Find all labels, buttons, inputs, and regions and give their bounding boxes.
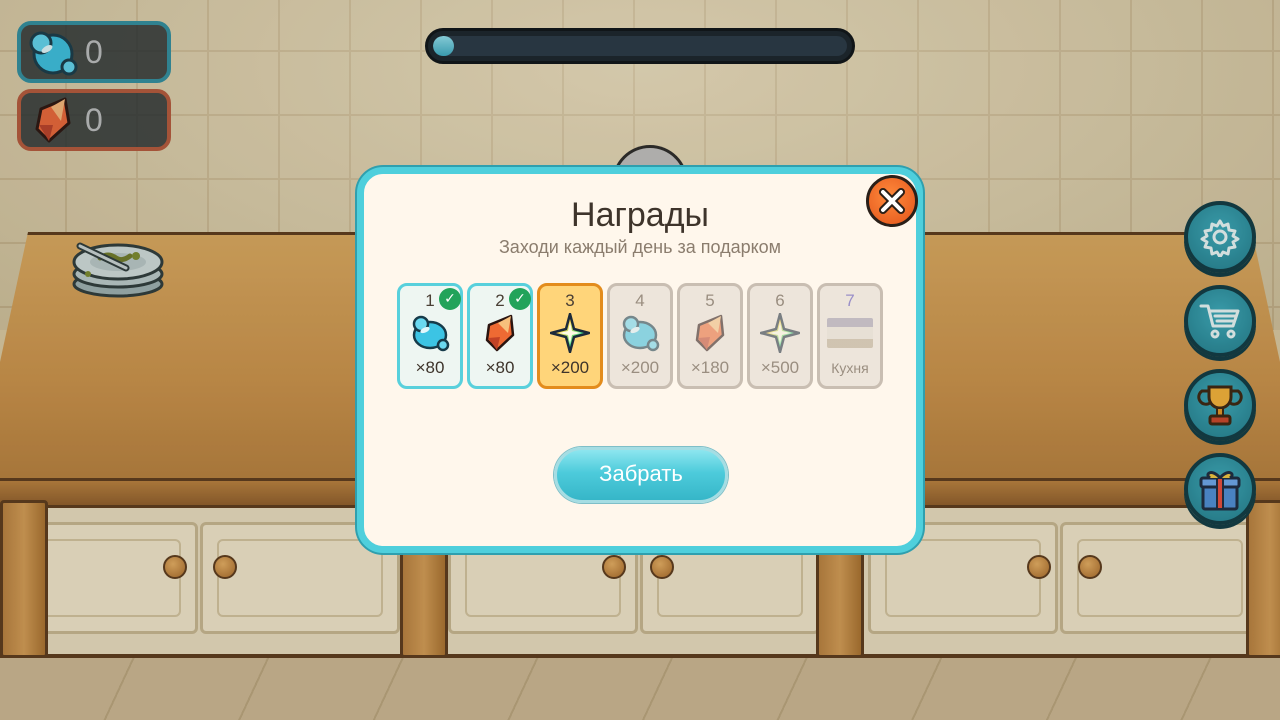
reward-amount: ×80	[415, 358, 445, 377]
day-number: 2	[495, 291, 505, 310]
crystal-shard-icon	[687, 311, 733, 355]
reward-day-1[interactable]: 1 ✓ ×80	[397, 283, 463, 389]
reward-day-4: 4 ×200	[607, 283, 673, 389]
reward-days-row: 1 ✓ ×80 2 ✓ ×80 3 ×200 4 ×200 5 ×180 6 ×…	[397, 283, 883, 389]
reward-amount: ×200	[550, 358, 590, 377]
reward-amount: ×200	[620, 358, 660, 377]
soap-bubble-icon	[617, 311, 663, 355]
crystal-shard-icon	[477, 311, 523, 355]
day-number: 3	[565, 291, 575, 310]
day-number: 7	[845, 291, 855, 310]
check-icon: ✓	[509, 288, 531, 310]
reward-amount: ×80	[485, 358, 515, 377]
kitchen-thumbnail	[827, 311, 873, 355]
claim-button[interactable]: Забрать	[554, 447, 728, 503]
day-number: 1	[425, 291, 435, 310]
dialog-subtitle: Заходи каждый день за подарком	[498, 237, 782, 257]
reward-day-6: 6 ×500	[747, 283, 813, 389]
reward-day-5: 5 ×180	[677, 283, 743, 389]
reward-amount: ×180	[690, 358, 730, 377]
dialog-title: Награды	[571, 196, 709, 234]
close-icon	[879, 188, 905, 214]
check-icon: ✓	[439, 288, 461, 310]
day-number: 4	[635, 291, 645, 310]
reward-day-7: 7 Кухня	[817, 283, 883, 389]
close-button[interactable]	[866, 175, 918, 227]
day-number: 5	[705, 291, 715, 310]
soap-bubble-icon	[407, 311, 453, 355]
sparkle-star-icon	[757, 311, 803, 355]
daily-rewards-dialog: Награды Заходи каждый день за подарком 1…	[357, 167, 923, 553]
sparkle-star-icon	[547, 311, 593, 355]
reward-amount: ×500	[760, 358, 800, 377]
reward-amount: Кухня	[831, 360, 869, 376]
reward-day-2[interactable]: 2 ✓ ×80	[467, 283, 533, 389]
day-number: 6	[775, 291, 785, 310]
reward-day-3[interactable]: 3 ×200	[537, 283, 603, 389]
